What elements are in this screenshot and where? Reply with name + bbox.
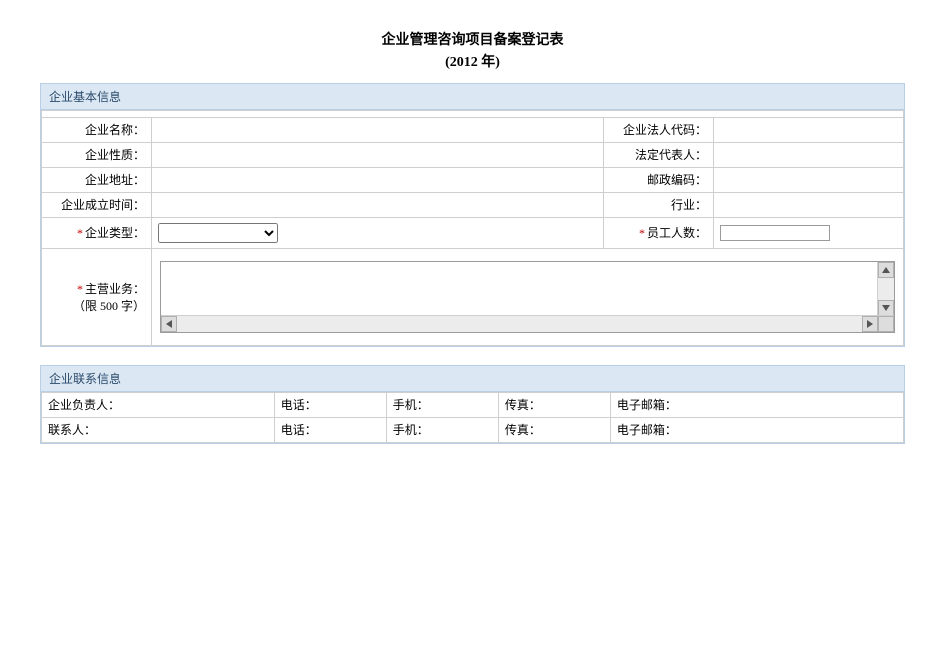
value-legal-rep: [714, 142, 904, 167]
label-postcode: 邮政编码：: [604, 167, 714, 192]
label-main-business-text: 主营业务：: [85, 282, 145, 296]
arrow-left-icon: [166, 320, 172, 328]
panel-basic-info: 企业基本信息 企业名称： 企业法人代码： 企业性质： 法定代表人：: [40, 83, 905, 347]
panel-contact-header: 企业联系信息: [41, 366, 904, 392]
spacer-row: [42, 110, 904, 117]
label-contact-person: 联系人：: [42, 417, 275, 442]
label-owner: 企业负责人：: [42, 392, 275, 417]
value-postcode: [714, 167, 904, 192]
value-company-address: [152, 167, 604, 192]
label-company-type: *企业类型：: [42, 217, 152, 248]
label-main-business: *主营业务： （限 500 字）: [42, 248, 152, 345]
contact-row-person: 联系人： 电话： 手机： 传真： 电子邮箱：: [42, 417, 904, 442]
contact-info-table: 企业负责人： 电话： 手机： 传真： 电子邮箱： 联系人： 电话： 手机： 传真…: [41, 392, 904, 443]
value-founded: [152, 192, 604, 217]
cell-employee-count: [714, 217, 904, 248]
label-contact-email: 电子邮箱：: [610, 417, 903, 442]
contact-row-owner: 企业负责人： 电话： 手机： 传真： 电子邮箱：: [42, 392, 904, 417]
label-industry: 行业：: [604, 192, 714, 217]
company-type-select[interactable]: [158, 223, 278, 243]
cell-company-type: [152, 217, 604, 248]
employee-count-input[interactable]: [720, 225, 830, 241]
value-industry: [714, 192, 904, 217]
title-line1: 企业管理咨询项目备案登记表: [382, 33, 564, 48]
label-owner-email: 电子邮箱：: [610, 392, 903, 417]
label-contact-fax: 传真：: [498, 417, 610, 442]
required-star-icon: *: [639, 226, 645, 240]
page-title: 企业管理咨询项目备案登记表 (2012 年): [40, 30, 905, 75]
value-company-nature: [152, 142, 604, 167]
arrow-right-icon: [867, 320, 873, 328]
label-legal-code: 企业法人代码：: [604, 117, 714, 142]
arrow-up-icon: [882, 267, 890, 273]
label-contact-mobile: 手机：: [386, 417, 498, 442]
scroll-corner: [878, 316, 894, 332]
label-company-nature: 企业性质：: [42, 142, 152, 167]
label-contact-phone: 电话：: [274, 417, 386, 442]
label-legal-rep: 法定代表人：: [604, 142, 714, 167]
label-owner-fax: 传真：: [498, 392, 610, 417]
label-limit-note: （限 500 字）: [48, 297, 145, 314]
required-star-icon: *: [77, 282, 83, 296]
required-star-icon: *: [77, 226, 83, 240]
scroll-down-button[interactable]: [878, 300, 894, 316]
panel-basic-header: 企业基本信息: [41, 84, 904, 110]
panel-contact-info: 企业联系信息 企业负责人： 电话： 手机： 传真： 电子邮箱： 联系人： 电话：…: [40, 365, 905, 444]
label-founded: 企业成立时间：: [42, 192, 152, 217]
value-company-name: [152, 117, 604, 142]
label-employee-count: *员工人数：: [604, 217, 714, 248]
textarea-hscroll[interactable]: [161, 315, 894, 332]
scroll-left-button[interactable]: [161, 316, 177, 332]
label-company-address: 企业地址：: [42, 167, 152, 192]
scroll-up-button[interactable]: [878, 262, 894, 278]
title-line2: (2012 年): [40, 52, 905, 74]
textarea-vscroll[interactable]: [877, 262, 894, 316]
value-legal-code: [714, 117, 904, 142]
main-business-textarea[interactable]: [160, 261, 895, 333]
basic-info-table: 企业名称： 企业法人代码： 企业性质： 法定代表人： 企业地址： 邮政编码： 企…: [41, 110, 904, 346]
page-root: 企业管理咨询项目备案登记表 (2012 年) 企业基本信息 企业名称： 企业法人…: [0, 0, 945, 669]
label-owner-mobile: 手机：: [386, 392, 498, 417]
label-company-name: 企业名称：: [42, 117, 152, 142]
scroll-right-button[interactable]: [862, 316, 878, 332]
cell-main-business: [152, 248, 904, 345]
label-owner-phone: 电话：: [274, 392, 386, 417]
arrow-down-icon: [882, 305, 890, 311]
label-employee-count-text: 员工人数：: [647, 226, 707, 240]
label-company-type-text: 企业类型：: [85, 226, 145, 240]
